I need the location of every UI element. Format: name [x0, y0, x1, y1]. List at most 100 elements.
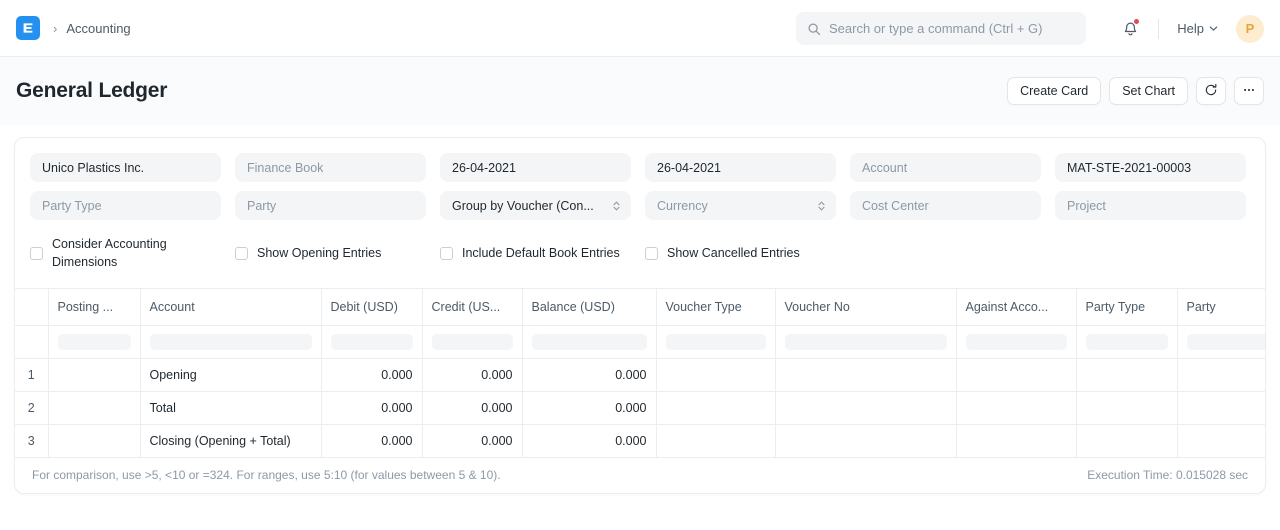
table-cell[interactable]: 0.000 — [422, 358, 522, 391]
search-box[interactable] — [796, 12, 1086, 45]
checkbox-show-cancelled-entries[interactable]: Show Cancelled Entries — [638, 235, 843, 271]
table-cell[interactable] — [656, 391, 775, 424]
table-filter-cell[interactable] — [522, 325, 656, 358]
column-filter-input[interactable] — [432, 334, 513, 350]
table-cell[interactable]: 0.000 — [321, 424, 422, 457]
filter-value-cost-center: Cost Center — [862, 199, 929, 213]
table-filter-cell[interactable] — [775, 325, 956, 358]
table-header-cell[interactable]: Account — [140, 289, 321, 325]
column-filter-input[interactable] — [532, 334, 647, 350]
table-cell[interactable] — [1076, 391, 1177, 424]
filter-value-group-by: Group by Voucher (Con... — [452, 199, 594, 213]
filter-field-group-by[interactable]: Group by Voucher (Con... — [440, 191, 631, 220]
app-logo-icon[interactable] — [16, 16, 40, 40]
column-filter-input[interactable] — [966, 334, 1067, 350]
filter-field-voucher-no[interactable]: MAT-STE-2021-00003 — [1055, 153, 1246, 182]
table-cell[interactable] — [775, 391, 956, 424]
table-header-cell[interactable]: Voucher Type — [656, 289, 775, 325]
checkbox-input-show-opening-entries[interactable] — [235, 247, 248, 260]
filter-field-cost-center[interactable]: Cost Center — [850, 191, 1041, 220]
filter-value-party-type: Party Type — [42, 199, 102, 213]
column-filter-input[interactable] — [58, 334, 131, 350]
table-cell[interactable] — [775, 358, 956, 391]
table-cell[interactable]: 0.000 — [422, 424, 522, 457]
table-row[interactable]: 1Opening0.0000.0000.000 — [15, 358, 1265, 391]
table-filter-cell[interactable] — [1076, 325, 1177, 358]
table-cell[interactable] — [956, 391, 1076, 424]
create-card-button[interactable]: Create Card — [1007, 77, 1101, 105]
table-cell[interactable] — [48, 391, 140, 424]
table-cell[interactable] — [656, 424, 775, 457]
checkbox-include-default-book-entries[interactable]: Include Default Book Entries — [433, 235, 638, 271]
table-header-cell[interactable]: Against Acco... — [956, 289, 1076, 325]
table-filter-cell[interactable] — [321, 325, 422, 358]
table-cell[interactable]: Opening — [140, 358, 321, 391]
table-cell[interactable]: Closing (Opening + Total) — [140, 424, 321, 457]
checkbox-input-consider-accounting-dimensions[interactable] — [30, 247, 43, 260]
table-cell[interactable] — [48, 424, 140, 457]
filter-field-to-date[interactable]: 26-04-2021 — [645, 153, 836, 182]
table-header-cell[interactable]: Credit (US... — [422, 289, 522, 325]
table-cell[interactable]: 0.000 — [522, 391, 656, 424]
table-column-filter-row[interactable] — [15, 325, 1265, 358]
table-cell[interactable] — [775, 424, 956, 457]
filter-field-account[interactable]: Account — [850, 153, 1041, 182]
table-filter-cell[interactable] — [48, 325, 140, 358]
table-filter-cell[interactable] — [656, 325, 775, 358]
breadcrumb-accounting[interactable]: Accounting — [66, 21, 130, 36]
table-cell[interactable]: 0.000 — [422, 391, 522, 424]
table-header-cell[interactable]: Voucher No — [775, 289, 956, 325]
table-header-cell[interactable]: Balance (USD) — [522, 289, 656, 325]
checkbox-input-show-cancelled-entries[interactable] — [645, 247, 658, 260]
set-chart-button[interactable]: Set Chart — [1109, 77, 1188, 105]
search-input[interactable] — [829, 21, 1075, 36]
avatar[interactable]: P — [1236, 15, 1264, 43]
table-header-cell[interactable]: Debit (USD) — [321, 289, 422, 325]
table-cell[interactable] — [1177, 358, 1265, 391]
table-header-cell[interactable]: Party — [1177, 289, 1265, 325]
table-cell[interactable] — [956, 358, 1076, 391]
table-cell[interactable] — [1177, 424, 1265, 457]
avatar-letter: P — [1246, 21, 1255, 36]
column-filter-input[interactable] — [785, 334, 947, 350]
column-filter-input[interactable] — [1187, 334, 1266, 350]
filter-field-company[interactable]: Unico Plastics Inc. — [30, 153, 221, 182]
table-cell[interactable]: 0.000 — [522, 358, 656, 391]
refresh-button[interactable] — [1196, 77, 1226, 105]
table-cell[interactable]: 0.000 — [321, 358, 422, 391]
filter-field-party[interactable]: Party — [235, 191, 426, 220]
table-filter-cell[interactable] — [140, 325, 321, 358]
filter-field-party-type[interactable]: Party Type — [30, 191, 221, 220]
table-header-index — [15, 289, 48, 325]
filter-field-from-date[interactable]: 26-04-2021 — [440, 153, 631, 182]
column-filter-input[interactable] — [666, 334, 766, 350]
table-cell[interactable]: 0.000 — [522, 424, 656, 457]
table-cell[interactable] — [956, 424, 1076, 457]
table-filter-cell[interactable] — [1177, 325, 1265, 358]
help-menu-button[interactable]: Help — [1171, 17, 1224, 40]
table-cell[interactable] — [656, 358, 775, 391]
table-cell[interactable] — [1076, 358, 1177, 391]
column-filter-input[interactable] — [1086, 334, 1168, 350]
table-cell[interactable] — [1177, 391, 1265, 424]
filter-field-project[interactable]: Project — [1055, 191, 1246, 220]
filter-field-finance-book[interactable]: Finance Book — [235, 153, 426, 182]
column-filter-input[interactable] — [331, 334, 413, 350]
notifications-button[interactable] — [1114, 13, 1146, 45]
table-cell[interactable] — [1076, 424, 1177, 457]
checkbox-show-opening-entries[interactable]: Show Opening Entries — [228, 235, 433, 271]
table-row[interactable]: 2Total0.0000.0000.000 — [15, 391, 1265, 424]
checkbox-input-include-default-book-entries[interactable] — [440, 247, 453, 260]
table-header-cell[interactable]: Posting ... — [48, 289, 140, 325]
column-filter-input[interactable] — [150, 334, 312, 350]
table-row[interactable]: 3Closing (Opening + Total)0.0000.0000.00… — [15, 424, 1265, 457]
table-cell[interactable]: 0.000 — [321, 391, 422, 424]
table-header-cell[interactable]: Party Type — [1076, 289, 1177, 325]
table-filter-cell[interactable] — [422, 325, 522, 358]
filter-field-currency[interactable]: Currency — [645, 191, 836, 220]
checkbox-consider-accounting-dimensions[interactable]: Consider Accounting Dimensions — [23, 235, 228, 271]
more-options-button[interactable] — [1234, 77, 1264, 105]
table-cell[interactable] — [48, 358, 140, 391]
table-filter-cell[interactable] — [956, 325, 1076, 358]
table-cell[interactable]: Total — [140, 391, 321, 424]
